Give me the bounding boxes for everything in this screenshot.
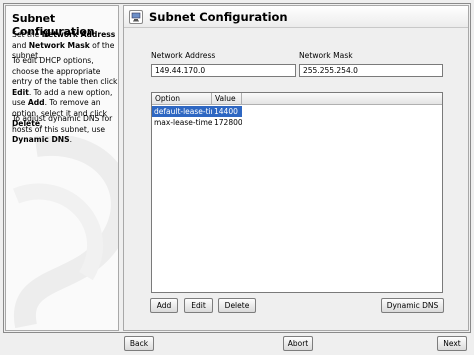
title-bar: Subnet Configuration: [124, 6, 468, 28]
edit-button[interactable]: Edit: [184, 298, 213, 313]
main-panel: Subnet Configuration Network Address 149…: [123, 5, 469, 331]
table-row[interactable]: default-lease-time 14400: [152, 106, 242, 117]
table-row[interactable]: max-lease-time 172800: [152, 117, 242, 128]
table-cell-value: 14400: [214, 107, 238, 116]
table-header: Option Value: [152, 93, 442, 105]
dynamic-dns-button[interactable]: Dynamic DNS: [381, 298, 444, 313]
column-header-option[interactable]: Option: [152, 93, 212, 105]
options-table[interactable]: Option Value default-lease-time 14400 ma…: [151, 92, 443, 293]
watermark-decoration: [13, 136, 118, 329]
page-title: Subnet Configuration: [149, 10, 288, 24]
table-cell-option: default-lease-time: [154, 107, 212, 116]
add-button[interactable]: Add: [150, 298, 178, 313]
help-paragraph-3: To adjust dynamic DNS for hosts of this …: [12, 114, 113, 144]
network-address-input[interactable]: 149.44.170.0: [151, 64, 296, 77]
table-cell-value: 172800: [214, 118, 242, 127]
table-cell-option: max-lease-time: [154, 118, 212, 127]
back-button[interactable]: Back: [124, 336, 154, 351]
network-mask-input[interactable]: 255.255.254.0: [299, 64, 443, 77]
network-mask-label: Network Mask: [299, 51, 353, 60]
help-panel: Subnet Configuration Set the Network Add…: [5, 5, 119, 331]
network-config-icon: [129, 10, 143, 24]
abort-button[interactable]: Abort: [283, 336, 313, 351]
next-button[interactable]: Next: [437, 336, 467, 351]
column-header-value[interactable]: Value: [212, 93, 242, 105]
delete-button[interactable]: Delete: [218, 298, 256, 313]
network-address-label: Network Address: [151, 51, 216, 60]
